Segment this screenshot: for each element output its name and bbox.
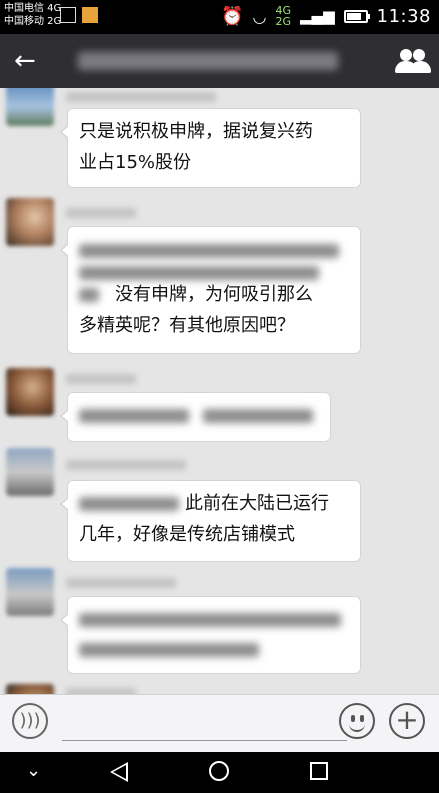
wifi-icon: ◡ [252,6,267,26]
message-bubble[interactable]: 没有申牌，为何吸引那么 多精英呢？有其他原因吧？ [60,226,361,354]
home-icon[interactable] [209,761,229,781]
message-line: 几年，好像是传统店铺模式 [79,524,295,545]
signal-icon: 4G 2G [275,5,291,27]
navigation-bar: ⌄ [0,752,439,793]
status-bar: 中国电信 4G 中国移动 2G ⏰ ◡ 4G 2G ▂▄▆ 11:38 [0,0,439,34]
avatar[interactable] [6,368,54,416]
notification-icons [60,7,98,23]
message-line: 此前在大陆已运行 [79,488,350,519]
back-arrow-icon[interactable]: ← [14,48,36,74]
message-line: 业占15%股份 [79,152,192,173]
chat-messages[interactable]: 只是说积极申牌，据说复兴药 业占15%股份 没有申牌，为何吸引那么 多精英呢？有… [0,88,439,694]
sender-name-blurred [66,374,136,384]
sender-name-blurred [66,460,186,470]
avatar[interactable] [6,198,54,246]
alarm-icon: ⏰ [221,5,244,27]
message-bubble[interactable] [60,596,361,674]
message-bubble[interactable]: 此前在大陆已运行 几年，好像是传统店铺模式 [60,480,361,562]
avatar[interactable] [6,568,54,616]
back-icon[interactable] [110,762,128,782]
carrier-1: 中国电信 4G [4,3,62,14]
message-bubble[interactable]: 只是说积极申牌，据说复兴药 业占15%股份 [60,108,361,188]
chat-title-blurred [78,52,338,70]
avatar[interactable] [6,684,54,694]
message-line: 没有申牌，为何吸引那么 [79,279,350,310]
signal-bars-icon: ▂▄▆ [300,7,335,25]
carrier-info: 中国电信 4G 中国移动 2G [4,2,61,28]
chat-header: ← [0,34,439,88]
message-input-bar: ))) + [0,694,439,752]
message-line: 只是说积极申牌，据说复兴药 [79,121,313,142]
voice-icon[interactable]: ))) [12,703,48,739]
carrier-2: 中国移动 2G [4,16,62,27]
battery-icon [343,9,370,23]
clock: 11:38 [376,5,431,27]
collapse-icon[interactable]: ⌄ [26,760,41,781]
blurred-text-line [79,604,350,634]
notification-app-icon [82,7,98,23]
blurred-text-line [79,400,320,431]
message-bubble[interactable] [60,392,331,442]
blurred-text-line [79,235,350,258]
blurred-text-line [79,634,350,665]
sender-name-blurred [66,208,136,218]
system-status: ⏰ ◡ 4G 2G ▂▄▆ 11:38 [221,5,431,27]
image-icon [60,7,76,23]
recents-icon[interactable] [310,762,328,780]
group-members-icon[interactable] [395,47,431,75]
emoji-icon[interactable] [339,703,375,739]
plus-icon[interactable]: + [389,703,425,739]
message-line: 多精英呢？有其他原因吧？ [79,315,295,336]
blurred-text-line [79,257,350,280]
avatar[interactable] [6,448,54,496]
sender-name-blurred [66,92,216,102]
avatar[interactable] [6,88,54,126]
network-2: 2G [275,15,292,28]
message-input[interactable] [62,740,347,741]
sender-name-blurred [66,578,176,588]
